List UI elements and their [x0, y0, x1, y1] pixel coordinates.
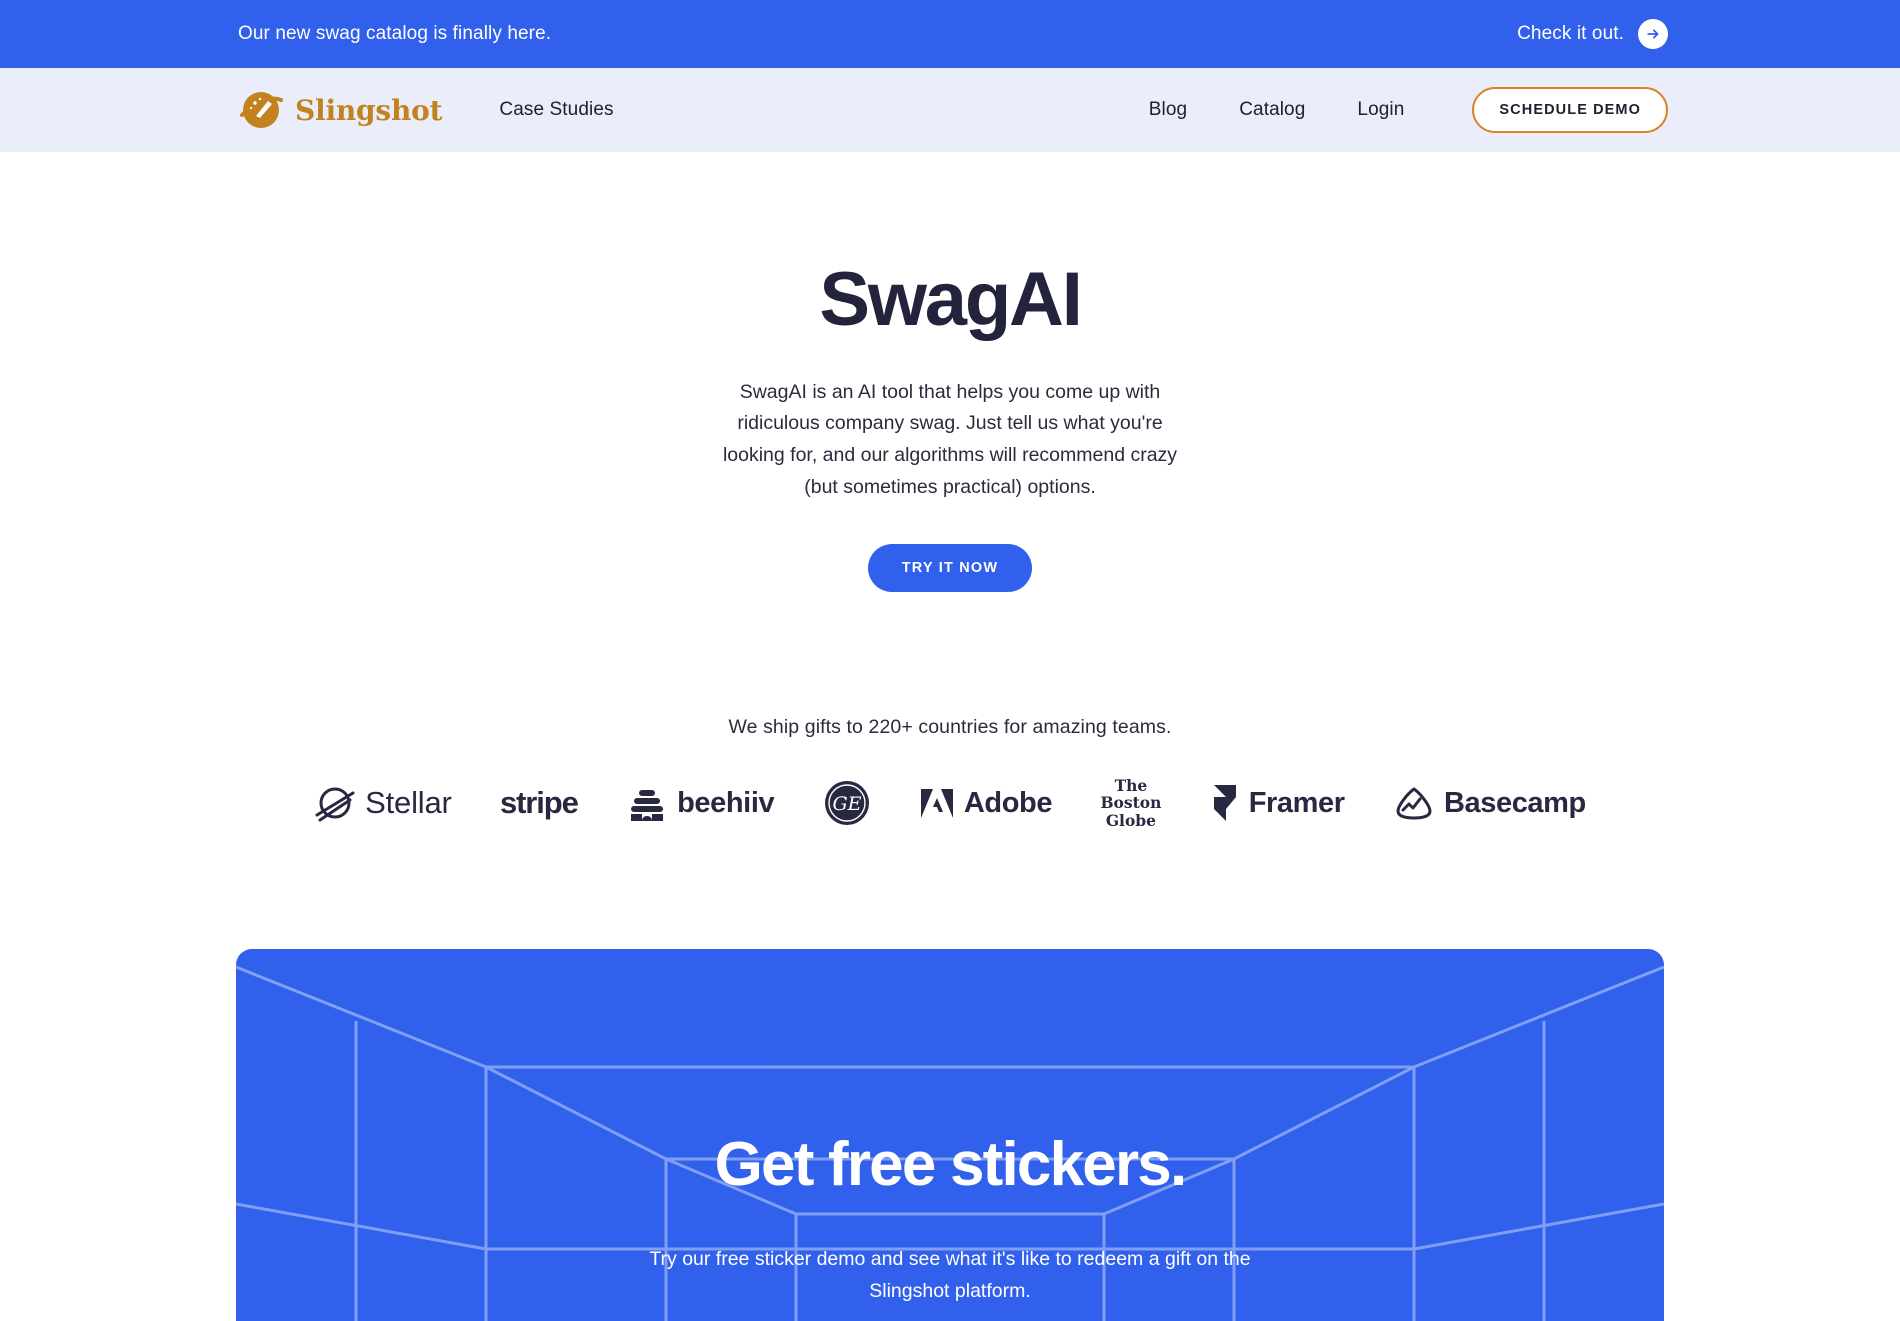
primary-nav-left: Case Studies: [499, 99, 613, 121]
svg-text:GE: GE: [832, 793, 861, 815]
globe-line-2: Boston: [1100, 793, 1162, 813]
announcement-bar: Our new swag catalog is finally here. Ch…: [0, 0, 1900, 68]
primary-nav-right: Blog Catalog Login SCHEDULE DEMO: [1149, 87, 1668, 133]
schedule-demo-button[interactable]: SCHEDULE DEMO: [1472, 87, 1668, 133]
site-header: Slingshot Case Studies Blog Catalog Logi…: [0, 68, 1900, 152]
announcement-text: Our new swag catalog is finally here.: [238, 23, 552, 44]
nav-item-catalog[interactable]: Catalog: [1239, 99, 1305, 121]
hero-section: SwagAI SwagAI is an AI tool that helps y…: [0, 152, 1900, 593]
social-proof-caption: We ship gifts to 220+ countries for amaz…: [728, 716, 1172, 739]
globe-line-1: The: [1114, 776, 1148, 796]
hero-subtitle: SwagAI is an AI tool that helps you come…: [722, 380, 1178, 498]
adobe-a-icon: [920, 789, 953, 819]
logo-basecamp: Basecamp: [1369, 785, 1610, 821]
globe-line-3: Globe: [1105, 810, 1156, 830]
nav-item-case-studies[interactable]: Case Studies: [499, 99, 613, 121]
slingshot-planet-icon: [240, 92, 283, 128]
logo-adobe-label: Adobe: [963, 786, 1053, 819]
logo-boston-globe: The Boston Globe: [1076, 777, 1185, 829]
logo-stellar: Stellar: [290, 782, 476, 824]
stripe-wordmark: stripe: [499, 785, 579, 821]
logo-beehiiv: beehiiv: [602, 782, 798, 824]
announcement-cta-label: Check it out.: [1517, 23, 1624, 44]
nav-item-blog[interactable]: Blog: [1149, 99, 1187, 121]
page-title: SwagAI: [819, 257, 1083, 342]
sticker-panel-content: Get free stickers. Try our free sticker …: [236, 949, 1664, 1321]
beehiiv-hive-icon: [631, 790, 664, 822]
logo-ge: GE: [798, 779, 894, 827]
framer-f-icon: [1213, 785, 1236, 822]
sticker-panel-wrapper: Get free stickers. Try our free sticker …: [0, 949, 1900, 1321]
logo-basecamp-label: Basecamp: [1443, 786, 1586, 819]
logo-stripe: stripe: [476, 785, 602, 821]
logo-beehiiv-label: beehiiv: [677, 786, 775, 819]
sticker-panel-title: Get free stickers.: [714, 1130, 1188, 1200]
stellar-icon: [315, 787, 355, 822]
customer-logo-strip: Stellar stripe beehiiv GE Adobe The Bost…: [0, 777, 1900, 829]
arrow-right-icon: [1638, 19, 1668, 49]
sticker-panel: Get free stickers. Try our free sticker …: [236, 949, 1664, 1321]
basecamp-icon: [1396, 787, 1432, 820]
logo-framer-label: Framer: [1248, 786, 1345, 819]
logo-adobe: Adobe: [895, 785, 1077, 821]
announcement-cta[interactable]: Check it out.: [1517, 19, 1668, 49]
logo-stellar-label: Stellar: [365, 785, 452, 821]
nav-item-login[interactable]: Login: [1357, 99, 1404, 121]
logo-framer: Framer: [1186, 783, 1369, 823]
sticker-panel-subtitle: Try our free sticker demo and see what i…: [649, 1248, 1251, 1302]
social-proof-section: We ship gifts to 220+ countries for amaz…: [0, 716, 1900, 829]
ge-monogram-icon: GE: [824, 781, 869, 826]
try-it-now-button[interactable]: TRY IT NOW: [867, 544, 1033, 593]
brand-logo-link[interactable]: Slingshot: [238, 87, 443, 133]
brand-name: Slingshot: [295, 93, 443, 127]
boston-globe-wordmark: The Boston Globe: [1100, 777, 1161, 829]
